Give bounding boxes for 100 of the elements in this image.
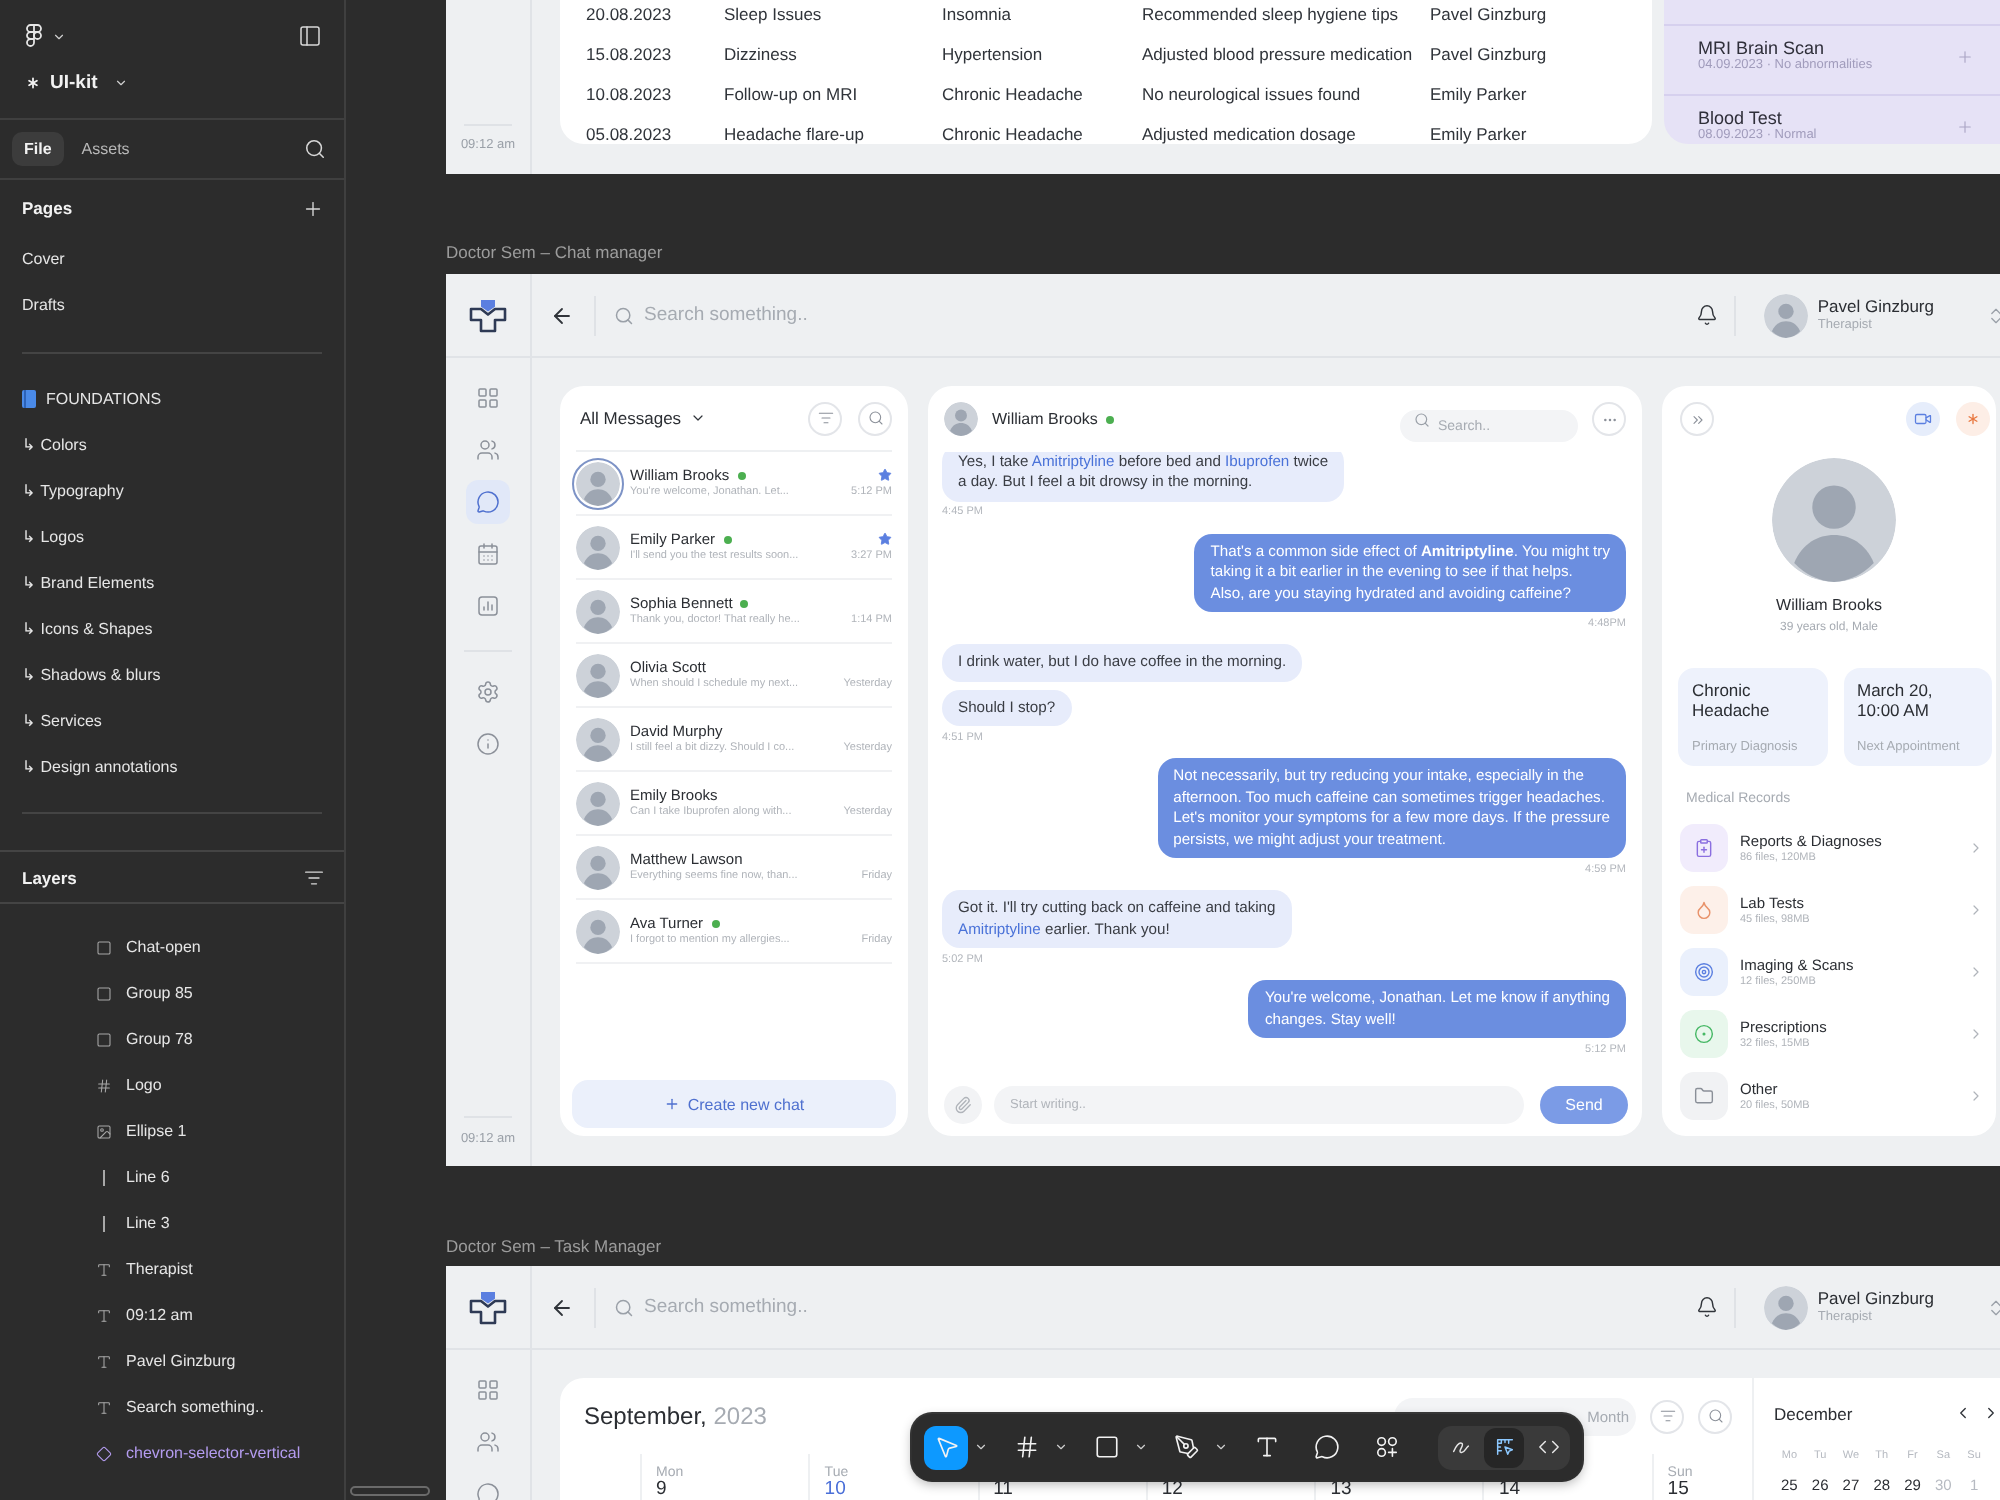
layer-item[interactable]: Chat-open xyxy=(96,934,201,960)
caret-icon[interactable] xyxy=(52,29,66,43)
star-icon[interactable] xyxy=(878,532,892,546)
caret-icon[interactable] xyxy=(974,1440,988,1454)
filter-icon xyxy=(817,410,833,426)
chevron-right-icon xyxy=(1968,1026,1984,1042)
bar-chart-icon xyxy=(476,594,500,618)
caret-icon xyxy=(689,410,706,426)
image-icon xyxy=(96,1123,112,1139)
create-chat-button[interactable]: Create new chat xyxy=(572,1080,896,1128)
comment-icon xyxy=(1313,1434,1339,1460)
result-title: Blood Test xyxy=(1698,108,1782,128)
ruler-cursor-icon xyxy=(1493,1436,1515,1458)
layer-item[interactable]: 09:12 am xyxy=(96,1302,193,1328)
text-icon xyxy=(1253,1434,1279,1460)
page-item[interactable]: Drafts xyxy=(22,292,65,318)
table-cell: Emily Parker xyxy=(1430,84,1527,104)
page-item[interactable]: ↳ Icons & Shapes xyxy=(22,616,153,642)
chevron-right-icon[interactable] xyxy=(1982,1404,2000,1422)
list-icon[interactable] xyxy=(304,867,324,887)
square-icon xyxy=(1093,1434,1119,1460)
result-title: MRI Brain Scan xyxy=(1698,38,1825,58)
page-item[interactable]: ↳ Design annotations xyxy=(22,754,178,780)
logo-icon[interactable] xyxy=(26,24,42,48)
page-item[interactable]: ↳ Typography xyxy=(22,478,124,504)
layer-item[interactable]: Group 78 xyxy=(96,1026,193,1052)
table-cell: Chronic Headache xyxy=(942,84,1083,104)
caret-icon[interactable] xyxy=(1054,1440,1068,1454)
users-icon xyxy=(476,438,500,462)
grid-icon xyxy=(476,1378,500,1402)
layer-item[interactable]: Search something.. xyxy=(96,1394,264,1420)
mode-button[interactable] xyxy=(1484,1427,1524,1467)
page-item[interactable]: ↳ Services xyxy=(22,708,102,734)
caret-icon[interactable] xyxy=(1134,1440,1148,1454)
page-item[interactable]: FOUNDATIONS xyxy=(22,386,162,412)
hash-icon xyxy=(96,1077,112,1093)
user-name: Pavel Ginzburg xyxy=(1817,1288,1934,1308)
frame-label[interactable]: Doctor Sem – Task Manager xyxy=(446,1236,662,1256)
nav-button[interactable] xyxy=(466,480,510,524)
text-icon xyxy=(96,1399,112,1415)
star-icon[interactable] xyxy=(878,468,892,482)
tool-button[interactable] xyxy=(924,1425,968,1469)
search-field[interactable]: Search something.. xyxy=(644,301,1696,329)
profile-photo-placeholder xyxy=(1772,458,1896,582)
search-field[interactable]: Search something.. xyxy=(644,1293,1696,1321)
layer-item[interactable]: Pavel Ginzburg xyxy=(96,1348,236,1374)
scrollbar-thumb[interactable] xyxy=(350,1486,430,1496)
table-cell: Dizziness xyxy=(724,44,797,64)
plus-icon xyxy=(663,1096,680,1112)
plus-icon[interactable] xyxy=(302,197,324,219)
hash-icon xyxy=(1013,1434,1039,1460)
page-item[interactable]: Cover xyxy=(22,246,65,272)
table-cell: 20.08.2023 xyxy=(586,4,672,24)
chevron-right-icon xyxy=(1968,840,1984,856)
search-icon xyxy=(1414,411,1430,427)
layer-item[interactable]: Logo xyxy=(96,1072,162,1098)
users-icon xyxy=(476,1430,500,1454)
caret-icon[interactable] xyxy=(1214,1440,1228,1454)
video-call-button[interactable] xyxy=(1906,402,1940,436)
caret-icon[interactable] xyxy=(113,76,128,90)
page-item[interactable]: ↳ Colors xyxy=(22,432,87,458)
messages-dropdown[interactable]: All Messages xyxy=(580,408,706,428)
back-arrow-icon[interactable] xyxy=(550,1295,574,1319)
layer-item[interactable]: chevron-selector-vertical xyxy=(96,1440,301,1466)
text-icon xyxy=(96,1261,112,1277)
table-cell: 15.08.2023 xyxy=(586,44,672,64)
layer-item[interactable]: Group 85 xyxy=(96,980,193,1006)
table-cell: Pavel Ginzburg xyxy=(1430,4,1547,24)
frame-label[interactable]: Doctor Sem – Chat manager xyxy=(446,242,663,262)
page-item[interactable]: ↳ Shadows & blurs xyxy=(22,662,161,688)
chevron-left-icon[interactable] xyxy=(1954,1404,1972,1422)
day-number[interactable]: 9 xyxy=(656,1482,667,1499)
table-cell: Headache flare-up xyxy=(724,124,864,144)
bell-icon[interactable] xyxy=(1695,304,1718,326)
layer-item[interactable]: Line 3 xyxy=(96,1210,170,1236)
layer-item[interactable]: Therapist xyxy=(96,1256,193,1282)
page-item[interactable]: ↳ Logos xyxy=(22,524,85,550)
file-name[interactable]: UI-kit xyxy=(50,72,98,94)
table-cell: Adjusted medication dosage xyxy=(1142,124,1356,144)
sidebar-toggle-icon[interactable] xyxy=(298,24,322,48)
shapes-plus-icon xyxy=(1373,1434,1399,1460)
avatar-placeholder xyxy=(944,402,978,436)
back-arrow-icon[interactable] xyxy=(550,303,574,327)
line-icon xyxy=(102,1215,106,1231)
logo-icon[interactable] xyxy=(468,297,508,333)
logo-icon[interactable] xyxy=(468,1289,508,1325)
day-number[interactable]: 15 xyxy=(1667,1482,1689,1499)
table-cell: Chronic Headache xyxy=(942,124,1083,144)
page-item[interactable]: ↳ Brand Elements xyxy=(22,570,155,596)
search-icon[interactable] xyxy=(304,138,326,160)
panel-tab[interactable]: File xyxy=(12,132,64,166)
bell-icon[interactable] xyxy=(1695,1296,1718,1318)
day-number[interactable]: 10 xyxy=(824,1482,846,1499)
table-cell: 10.08.2023 xyxy=(586,84,672,104)
panel-tab[interactable]: Assets xyxy=(69,132,142,166)
paperclip-icon xyxy=(953,1096,971,1114)
search-icon xyxy=(1707,1408,1723,1424)
layer-item[interactable]: Ellipse 1 xyxy=(96,1118,187,1144)
layer-item[interactable]: Line 6 xyxy=(96,1164,170,1190)
folder-icon xyxy=(1680,1072,1728,1120)
